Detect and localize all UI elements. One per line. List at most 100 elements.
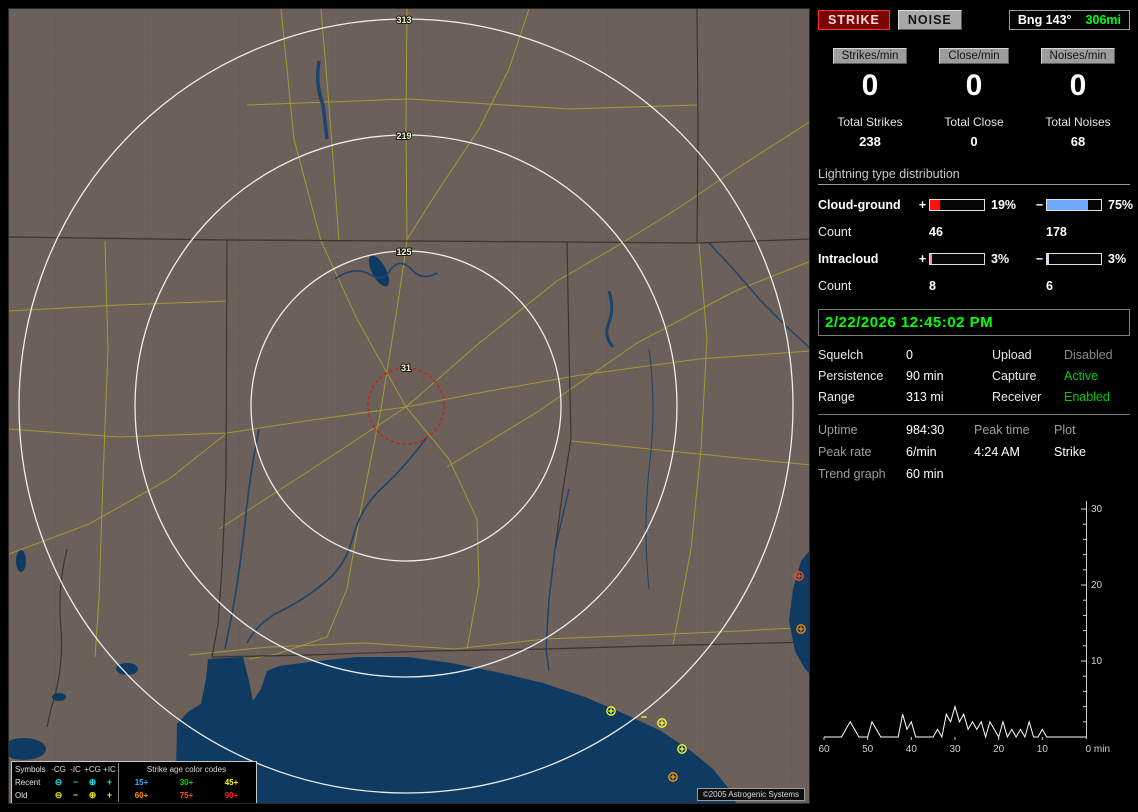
ic-positive-bar (929, 252, 985, 265)
bearing-label: Bng 143° (1017, 13, 1072, 27)
close-per-min-column: Close/min 0 Total Close 0 (922, 48, 1026, 149)
map-legend: Symbols -CG -IC +CG +IC Strike age color… (11, 761, 257, 803)
ic-positive-count: 8 (929, 278, 936, 293)
legend-header-row: Symbols -CG -IC +CG +IC Strike age color… (14, 763, 254, 776)
axis-tick-label: 10 (1091, 656, 1103, 667)
cg-negative-count: 178 (1046, 224, 1067, 239)
age-code: 30+ (179, 778, 194, 787)
total-strikes-value: 238 (859, 134, 881, 149)
app-window: 313 219 125 31 Symbols -CG -IC +CG +IC S… (0, 0, 1138, 812)
cg-negative-pct: 75% (1108, 197, 1134, 212)
legend-col-neg-cg: -CG (51, 765, 66, 774)
minus-sign: − (1035, 251, 1044, 266)
axis-tick-label: 40 (906, 744, 918, 755)
trend-chart-canvas: 10 20 30 60 50 40 30 20 10 0 min (818, 501, 1110, 755)
ring-label-313: 313 (396, 15, 411, 25)
age-code: 45+ (224, 778, 239, 787)
pos-cg-icon: ⊕ (88, 777, 97, 787)
ic-negative-count: 6 (1046, 278, 1053, 293)
axis-tick-label: 0 min (1086, 744, 1110, 755)
ring-label-31: 31 (401, 363, 411, 373)
pos-ic-icon: + (106, 790, 113, 800)
divider (818, 414, 1130, 415)
strike-mode-button[interactable]: STRIKE (818, 10, 890, 30)
legend-recent-label: Recent (15, 778, 41, 787)
copyright-notice: ©2005 Astrogenic Systems (696, 788, 805, 801)
upload-status: Disabled (1064, 348, 1113, 362)
axis-tick-label: 10 (1037, 744, 1049, 755)
trend-graph: 10 20 30 60 50 40 30 20 10 0 min (818, 489, 1130, 765)
total-strikes-label: Total Strikes (837, 115, 903, 129)
axis-tick-label: 60 (818, 744, 830, 755)
close-per-min-label: Close/min (939, 48, 1009, 64)
range-label: Range (818, 390, 855, 404)
squelch-value: 0 (906, 348, 913, 362)
plus-sign: + (918, 251, 927, 266)
age-code: 75+ (179, 791, 194, 800)
noise-mode-button[interactable]: NOISE (897, 10, 962, 30)
cloud-ground-count-row: Count 46 178 (818, 218, 1130, 245)
neg-cg-icon: ⊖ (54, 790, 63, 800)
plot-label: Plot (1054, 423, 1076, 437)
legend-col-pos-cg: +CG (84, 765, 101, 774)
cg-positive-bar (929, 198, 985, 211)
map-canvas[interactable]: 313 219 125 31 (9, 9, 810, 804)
ring-label-219: 219 (396, 131, 411, 141)
date-time-display: 2/22/2026 12:45:02 PM (818, 309, 1130, 336)
legend-age-header-wrap: Strike age color codes (118, 763, 254, 776)
legend-symbols-header: Symbols (15, 765, 46, 774)
neg-ic-icon: − (72, 777, 79, 787)
minus-sign: − (1035, 197, 1044, 212)
legend-old-ages: 60+ 75+ 90+ (118, 789, 254, 802)
uptime-value: 984:30 (906, 423, 945, 437)
range-value: 313 mi (906, 390, 944, 404)
legend-recent-ages: 15+ 30+ 45+ (118, 776, 254, 789)
intracloud-label: Intracloud (818, 251, 879, 266)
persistence-value: 90 min (906, 369, 944, 383)
axis-tick-label: 30 (949, 744, 961, 755)
bearing-readout: Bng 143° 306mi (1008, 10, 1130, 30)
distribution-title: Lightning type distribution (818, 167, 1130, 185)
peak-rate-label: Peak rate (818, 445, 872, 459)
receiver-status: Enabled (1064, 390, 1110, 404)
peak-time-value: 4:24 AM (974, 445, 1020, 459)
strike-map[interactable]: 313 219 125 31 Symbols -CG -IC +CG +IC S… (8, 8, 810, 804)
trend-line (824, 704, 1086, 739)
capture-status: Active (1064, 369, 1099, 383)
receiver-label: Receiver (992, 390, 1042, 404)
total-close-label: Total Close (944, 115, 1004, 129)
neg-ic-icon: − (72, 790, 79, 800)
status-panel: STRIKE NOISE Bng 143° 306mi Strikes/min … (818, 10, 1134, 804)
cg-positive-pct: 19% (991, 197, 1017, 212)
intracloud-row: Intracloud + 3% − 3% (818, 245, 1130, 272)
age-code: 60+ (134, 791, 149, 800)
top-toolbar: STRIKE NOISE Bng 143° 306mi (818, 10, 1130, 30)
stats-grid: Uptime 984:30 Peak time Plot Peak rate 6… (818, 423, 1130, 481)
ic-negative-bar (1046, 252, 1102, 265)
axis-tick-label: 30 (1091, 504, 1103, 515)
cg-positive-count: 46 (929, 224, 943, 239)
squelch-label: Squelch (818, 348, 864, 362)
close-per-min-value: 0 (965, 69, 983, 102)
upload-label: Upload (992, 348, 1032, 362)
legend-col-neg-ic: -IC (70, 765, 81, 774)
trend-graph-label: Trend graph (818, 467, 886, 481)
total-close-value: 0 (970, 134, 978, 149)
cg-negative-bar (1046, 198, 1102, 211)
cloud-ground-row: Cloud-ground + 19% − 75% (818, 191, 1134, 218)
pos-ic-icon: + (106, 777, 113, 787)
cloud-ground-label: Cloud-ground (818, 197, 901, 212)
neg-cg-icon: ⊖ (54, 777, 63, 787)
pos-cg-icon: ⊕ (88, 790, 97, 800)
strikes-per-min-label: Strikes/min (832, 48, 908, 64)
ring-label-125: 125 (396, 247, 411, 257)
legend-old-label: Old (15, 791, 28, 800)
peak-rate-value: 6/min (906, 445, 937, 459)
noises-per-min-label: Noises/min (1040, 48, 1116, 64)
intracloud-count-row: Count 8 6 (818, 272, 1130, 299)
ic-negative-pct: 3% (1108, 251, 1127, 266)
strikes-per-min-value: 0 (861, 69, 879, 102)
plot-value: Strike (1054, 445, 1086, 459)
persistence-label: Persistence (818, 369, 884, 383)
uptime-label: Uptime (818, 423, 858, 437)
